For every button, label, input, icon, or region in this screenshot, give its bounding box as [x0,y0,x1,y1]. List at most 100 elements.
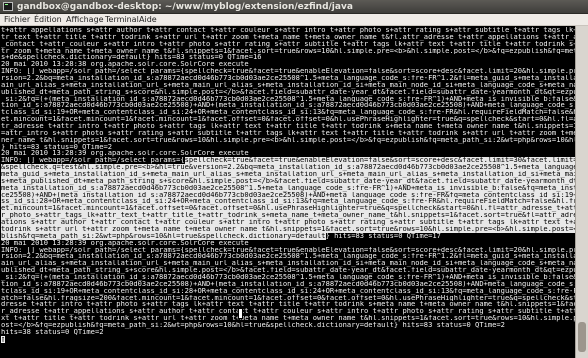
terminal-line: r_adresse t+attr_appellations s+attr aut… [1,308,575,315]
scrollbar-thumb[interactable] [578,322,586,352]
terminal-line: _contact t+attr_couleur s+attr intro t+a… [1,41,575,48]
terminal-line: } hits=83 status=0 QTime=2 [1,144,575,151]
terminal-line: tion_id_s:a78872aecd0d46b773cb0d03ae2ce2… [1,102,575,109]
terminal-line: ss_id_si:28+OR+meta_contentclass_id_si:2… [1,198,575,206]
window-titlebar[interactable]: gandbox@gandbox-desktop: ~/www/myblog/ex… [0,0,588,14]
terminal-cursor: ▯ [1,335,6,343]
terminal-line: ost=</b>&fq=ezpublish&fq=meta_path_si:2&… [1,322,575,329]
terminal-text: ost=</b>&fq=ezpublish&fq=meta_path_si:2&… [1,321,505,329]
terminal-line: ce25508)+AND+(meta_installation_id_s:a78… [1,191,575,199]
terminal-line: &spellcheck.q=test&hl.simple.pre=<b>&hl=… [1,164,575,172]
terminal-line: blish&fq=meta_path_si:2&wt=php&rows=10&h… [1,232,575,240]
terminal-text: rsion=2.2&bq=meta_installation_id_s:a788… [1,75,575,82]
terminal-text: =attr_intro s+attr photo s+attr rating s… [1,129,575,137]
terminal-text: } hits=83 status=0 QTime=2 [1,143,113,151]
terminal-line: tr zoom t+meta name t+meta owner name t&… [1,48,575,55]
terminal-line: t+attr appellations s+attr author t+attr… [1,27,575,34]
selected-text: ss_id_si:28+OR+meta_contentclass_id_si:2… [1,198,575,206]
terminal-line: meta_installation_id_s:a78872aecd0d46b77… [1,184,575,192]
menu-item-aide[interactable]: Aide [139,14,157,26]
terminal-text: INFO: [] webapp=/solr path=/select param… [1,68,575,76]
terminal-line: s+meta_published_dt+meta_path_string_s+s… [1,177,575,185]
terminal-line: 20 mai 2010 13:28:38 org.apache.solr.cor… [1,61,575,68]
mouse-pointer-icon [238,308,243,319]
terminal-text: ner_name t&hl.snippets=1&facet.sort=true… [1,136,575,144]
terminal-line: ations s+attr author t+attr contact t+at… [1,219,575,226]
terminal-line: et.mincount=1&facet.mincount=1&facet.off… [1,205,575,213]
terminal-line: hits=38 status=0 QTime=2 [1,329,575,336]
terminal-scrollbar[interactable] [575,26,588,358]
terminal-line: INFO: [] webapp=/solr path=/select param… [1,157,575,165]
terminal-line: _si:2&fq=(+(meta_installation_id_s:a7887… [1,274,575,281]
menu-item-edition[interactable]: Édition [34,14,62,26]
terminal-line: r_photo_s+attr_tags_lk+attr_text_t+attr_… [1,212,575,220]
terminal-output[interactable]: t+attr appellations s+attr author t+attr… [0,26,575,358]
terminal-line: atch=false&hl.fragsize=200&facet.mincoun… [1,295,575,302]
menu-item-terminal[interactable]: Terminal [105,14,139,26]
selected-text: ations s+attr author t+attr contact t+at… [1,219,575,226]
terminal-text: tclass_id_si:19+OR+meta_contentclass_id_… [1,287,575,295]
terminal-line: et.mincount=1&facet.mincount=1&facet.min… [1,116,575,123]
terminal-text: tion_id_s:a78872aecd0d46b773cb0d03ae2ce2… [1,280,575,288]
terminal-line: ain_url_alias_s+meta_installation_url_s+… [1,82,575,89]
menu-item-affichage[interactable]: Affichage [66,14,104,26]
menu-bar: Fichier Édition Affichage Terminal Aide [0,14,588,26]
terminal-text: s+de&spellcheck.dictionary=default} hits… [1,54,262,62]
terminal-line: ain_url_alias_s+meta_installation_url_s+… [1,260,575,267]
selected-text: blish&fq=meta_path_si:2&wt=php&rows=10&h… [1,232,326,240]
terminal-text: xt t+attr title t+attr todrink s+attr ur… [1,315,575,322]
terminal-text: tr_text t+attr title t+attr todrink s+at… [1,33,575,41]
terminal-text: 20 mai 2010 13:28:38 org.apache.solr.cor… [1,61,249,69]
terminal-line: INFO: [] webapp=/solr path=/select param… [1,68,575,75]
terminal-text: ain_url_alias_s+meta_installation_url_s+… [1,260,575,268]
terminal-text: hits=38 status=0 QTime=2 [1,328,104,336]
selected-text: ce25508)+AND+(meta_installation_id_s:a78… [1,191,575,199]
terminal-line: INFO: [] webapp=/solr path=/select param… [1,247,575,254]
terminal-text: tion_id_s:a78872aecd0d46b773cb0d03ae2ce2… [1,102,575,110]
selected-text: r_photo_s+attr_tags_lk+attr_text_t+attr_… [1,212,575,220]
terminal-line: ▯ [1,335,575,343]
terminal-text: _si:2&fq=(+(meta_installation_id_s:a7887… [1,273,575,281]
selected-text: s+meta_published_dt+meta_path_string_s+s… [1,177,575,185]
terminal-text: INFO: [] webapp=/solr path=/select param… [1,246,575,254]
menu-item-fichier[interactable]: Fichier [4,14,30,26]
terminal-text: atch=false&hl.fragsize=200&facet.mincoun… [1,294,575,302]
terminal-text: tr zoom t+meta name t+meta owner name t&… [1,47,575,55]
terminal-text: ain_url_alias_s+meta_installation_url_s+… [1,81,575,89]
terminal-line: tr_adresse t+attr intro t+attr photo s+a… [1,123,575,130]
terminal-icon [3,2,13,11]
terminal-line: ublished_dt+meta_path_string_s+score&hl.… [1,267,575,274]
terminal-text: 20 mai 2010 13:28:39 org.apache.solr.cor… [1,150,249,158]
terminal-line: todrink s+attr url t+attr zoom t+meta na… [1,225,575,233]
terminal-text: r_adresse t+attr_appellations s+attr aut… [1,308,575,316]
selected-text: meta_installation_id_s:a78872aecd0d46b77… [1,184,575,192]
terminal-line: s+de&spellcheck.dictionary=default} hits… [1,54,575,61]
terminal-line: rsion=2.2&bq=meta_installation_id_s:a788… [1,75,575,82]
terminal-text: ublished_dt+meta_path_string_s+score&hl.… [1,267,575,274]
terminal-line: tr_text t+attr title t+attr todrink s+at… [1,34,575,41]
selected-text: &spellcheck.q=test&hl.simple.pre=<b>&hl=… [1,164,575,172]
selected-text: et.mincount=1&facet.mincount=1&facet.off… [1,205,575,213]
terminal-line: =attr_intro s+attr photo s+attr rating s… [1,130,575,137]
terminal-line: dresse t+attr intro t+attr photo s+attr … [1,301,575,308]
terminal-text: tclass_id_si:19+OR+meta_contentclass_id_… [1,109,575,117]
terminal-text: _contact t+attr_couleur s+attr intro t+a… [1,40,575,48]
terminal-text: tr_adresse t+attr intro t+attr photo s+a… [1,123,575,130]
terminal-line: tion_id_s:a78872aecd0d46b773cb0d03ae2ce2… [1,281,575,288]
terminal-text: dresse t+attr intro t+attr photo s+attr … [1,301,575,309]
terminal-text: et.mincount=1&facet.mincount=1&facet.min… [1,116,575,124]
terminal-line: ublished_dt+meta_path_string_s+score&hl.… [1,89,575,96]
terminal-line: _si:2&fq=(+(meta_installation_id_s:a7887… [1,96,575,103]
terminal-text: } hits=83 status=0 QTime=17 [325,232,441,240]
selected-text: spellcheck=true&facet=true&enableElevati… [184,157,575,165]
selected-text: todrink s+attr url t+attr zoom t+meta na… [1,225,575,233]
terminal-text: _si:2&fq=(+(meta_installation_id_s:a7887… [1,95,575,103]
terminal-line: meta_guid_s+meta_installation_id_s+meta_… [1,171,575,178]
terminal-line: xt t+attr title t+attr todrink s+attr ur… [1,315,575,322]
terminal-text: INFO: [] webapp=/solr path=/select param… [1,157,185,165]
terminal-text: rsion=2.2&bq=meta_installation_id_s:a788… [1,253,575,261]
terminal-text: t+attr appellations s+attr author t+attr… [1,27,575,34]
selected-text: meta_guid_s+meta_installation_id_s+meta_… [1,171,575,178]
terminal-line: 20 mai 2010 13:28:39 org.apache.solr.cor… [1,240,575,247]
terminal-line: tclass_id_si:19+OR+meta_contentclass_id_… [1,109,575,116]
